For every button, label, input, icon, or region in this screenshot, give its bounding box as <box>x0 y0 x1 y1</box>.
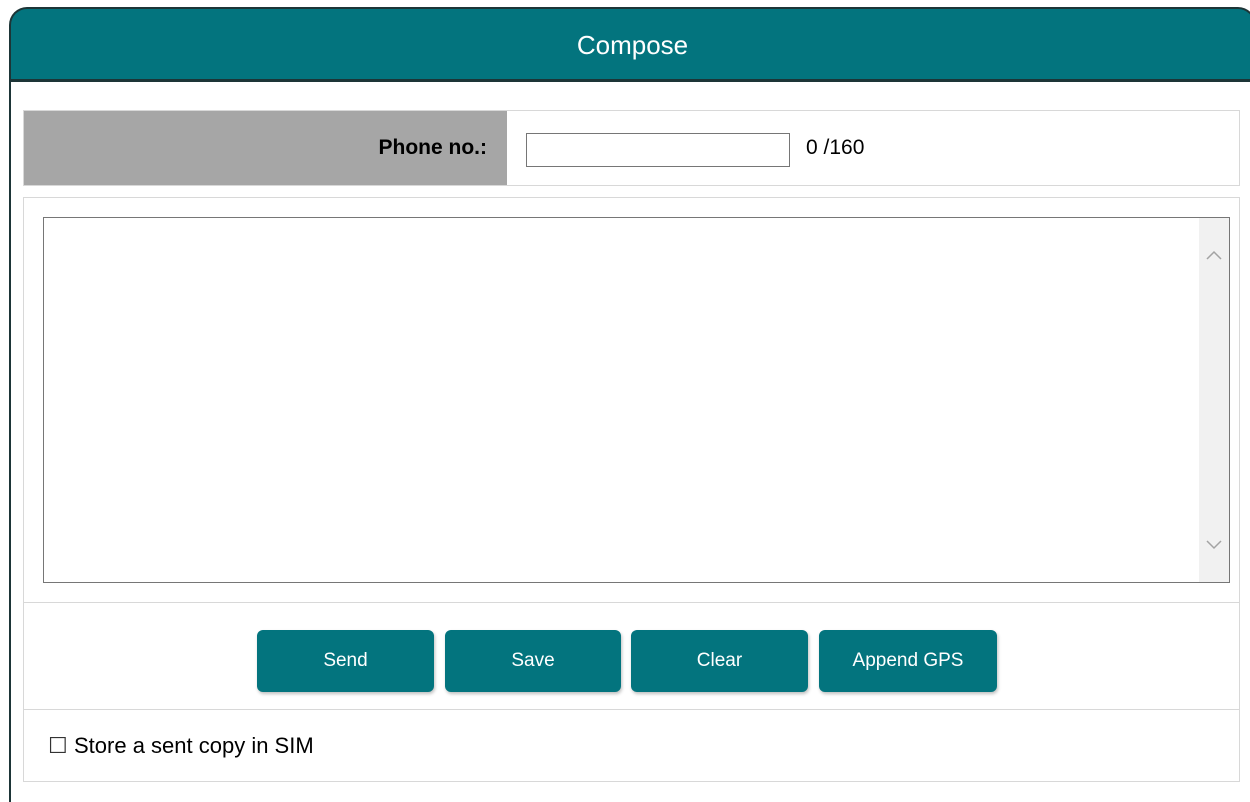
clear-button[interactable]: Clear <box>631 630 808 692</box>
append-gps-button[interactable]: Append GPS <box>819 630 997 692</box>
compose-header: Compose <box>9 7 1250 79</box>
store-copy-checkbox[interactable]: ☐ <box>48 710 68 782</box>
chevron-up-icon[interactable] <box>1199 240 1229 270</box>
message-scrollbar[interactable] <box>1199 218 1229 582</box>
send-button[interactable]: Send <box>257 630 434 692</box>
character-counter: 0 /160 <box>806 136 865 159</box>
phone-label-cell: Phone no.: <box>24 111 507 185</box>
message-box <box>43 217 1230 583</box>
phone-row: Phone no.: 0 /160 <box>23 110 1240 186</box>
save-button[interactable]: Save <box>445 630 621 692</box>
phone-label: Phone no.: <box>378 136 488 159</box>
action-buttons-row: Send Save Clear Append GPS <box>23 602 1240 710</box>
store-copy-label: Store a sent copy in SIM <box>74 733 314 758</box>
page-title: Compose <box>576 30 689 60</box>
store-copy-row: ☐ Store a sent copy in SIM <box>23 710 1240 782</box>
phone-number-input[interactable] <box>526 133 790 167</box>
message-row <box>23 197 1240 603</box>
chevron-down-icon[interactable] <box>1199 530 1229 560</box>
message-textarea[interactable] <box>44 218 1194 582</box>
